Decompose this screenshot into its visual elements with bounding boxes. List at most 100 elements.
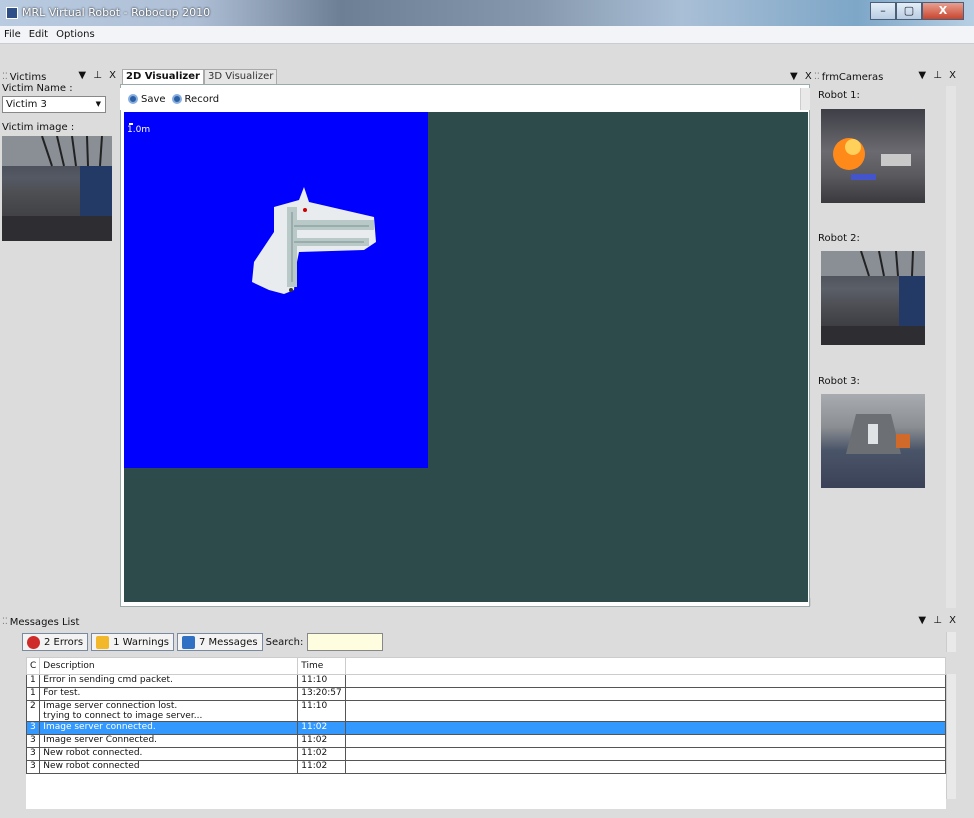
window-title: MRL Virtual Robot - Robocup 2010 <box>22 6 211 19</box>
menu-file[interactable]: File <box>4 29 21 40</box>
messages-toolbar-scrollbar[interactable] <box>946 632 956 652</box>
save-icon <box>128 94 138 104</box>
row-description: New robot connected. <box>39 747 299 761</box>
victims-panel-controls[interactable]: ▼ ⊥ X <box>78 70 118 81</box>
messages-scrollbar[interactable] <box>946 674 956 799</box>
row-description: New robot connected <box>39 760 299 774</box>
app-window: MRL Virtual Robot - Robocup 2010 – ▢ X F… <box>0 0 974 818</box>
row-code: 3 <box>26 747 41 761</box>
info-icon <box>182 635 196 649</box>
column-header-c[interactable]: C <box>26 657 41 675</box>
row-description: Error in sending cmd packet. <box>39 674 299 688</box>
grip-icon[interactable]: ⁚⁚ <box>814 72 820 82</box>
row-description: Image server connection lost. trying to c… <box>39 700 299 722</box>
cameras-scrollbar[interactable] <box>946 86 956 608</box>
table-row-selected[interactable]: 3 Image server connected. 11:02 <box>26 721 946 735</box>
victim-select[interactable]: Victim 3 ▼ <box>2 96 106 113</box>
scale-label: 1.0m <box>127 125 151 135</box>
column-header-description[interactable]: Description <box>39 657 299 675</box>
map-area[interactable] <box>124 112 428 468</box>
cameras-panel-controls[interactable]: ▼ ⊥ X <box>918 70 958 81</box>
title-bar[interactable]: MRL Virtual Robot - Robocup 2010 – ▢ X <box>0 0 974 26</box>
record-label: Record <box>184 93 220 105</box>
row-code: 1 <box>26 687 41 701</box>
warnings-filter-button[interactable]: 1 Warnings <box>91 633 175 651</box>
row-time: 11:02 <box>297 747 346 761</box>
table-row[interactable]: 3 New robot connected 11:02 <box>26 760 946 774</box>
messages-filter-button[interactable]: 7 Messages <box>177 633 263 651</box>
messages-panel-header: ⁚⁚ Messages List ▼ ⊥ X <box>2 615 960 629</box>
messages-panel-title: Messages List <box>9 616 80 628</box>
row-code: 3 <box>26 760 41 774</box>
row-code: 2 <box>26 700 41 722</box>
errors-filter-button[interactable]: 2 Errors <box>22 633 89 651</box>
warning-icon <box>96 635 110 649</box>
tab-2d-visualizer[interactable]: 2D Visualizer <box>122 69 204 84</box>
messages-toolbar: 2 Errors 1 Warnings 7 Messages Search: <box>22 631 384 653</box>
robot-map-drawing <box>252 187 376 294</box>
visualizer-toolbar: Save Record <box>120 88 810 110</box>
robot-3-camera <box>821 394 925 488</box>
error-icon <box>27 635 40 649</box>
messages-table: C Description Time 1 Error in sending cm… <box>26 657 946 809</box>
row-time: 11:10 <box>297 674 346 688</box>
row-description: Image server Connected. <box>39 734 299 748</box>
menu-options[interactable]: Options <box>56 29 95 40</box>
victim-image-label: Victim image : <box>2 122 75 133</box>
grip-icon[interactable]: ⁚⁚ <box>2 72 8 82</box>
cameras-panel-title: frmCameras <box>821 71 884 83</box>
record-icon <box>171 94 182 104</box>
visualizer-tabs: 2D Visualizer 3D Visualizer <box>122 69 278 84</box>
robot-2-camera <box>821 250 925 345</box>
victim-select-value: Victim 3 <box>6 99 47 110</box>
save-button[interactable]: Save <box>128 94 166 105</box>
row-code: 3 <box>26 721 41 735</box>
victim-name-label: Victim Name : <box>2 83 73 94</box>
center-panel-controls[interactable]: ▼ X <box>790 71 814 82</box>
table-row[interactable]: 3 New robot connected. 11:02 <box>26 747 946 761</box>
row-code: 1 <box>26 674 41 688</box>
robot-1-camera <box>821 109 925 203</box>
messages-count: 7 Messages <box>199 636 258 648</box>
row-time: 11:02 <box>297 734 346 748</box>
chevron-down-icon[interactable]: ▼ <box>96 97 101 112</box>
save-label: Save <box>141 93 166 105</box>
row-time: 13:20:57 <box>297 687 346 701</box>
warnings-count: 1 Warnings <box>113 636 170 648</box>
table-row[interactable]: 1 Error in sending cmd packet. 11:10 <box>26 674 946 688</box>
row-code: 3 <box>26 734 41 748</box>
close-button[interactable]: X <box>922 2 964 20</box>
menu-edit[interactable]: Edit <box>29 29 48 40</box>
table-row[interactable]: 2 Image server connection lost. trying to… <box>26 700 946 722</box>
errors-count: 2 Errors <box>44 636 84 648</box>
messages-panel-controls[interactable]: ▼ ⊥ X <box>918 615 958 626</box>
menu-bar: File Edit Options <box>0 26 974 44</box>
search-input[interactable] <box>307 633 384 651</box>
robot-2-label: Robot 2: <box>818 233 860 244</box>
row-time: 11:02 <box>297 721 346 735</box>
row-time: 11:02 <box>297 760 346 774</box>
robot-3-label: Robot 3: <box>818 376 860 387</box>
toolbar-scrollbar[interactable] <box>800 88 810 110</box>
maximize-button[interactable]: ▢ <box>896 2 922 20</box>
row-time: 11:10 <box>297 700 346 722</box>
row-description: Image server connected. <box>39 721 299 735</box>
row-description-line1: Image server connection lost. <box>43 701 178 711</box>
minimize-button[interactable]: – <box>870 2 896 20</box>
column-header-spacer <box>344 657 946 675</box>
row-description-line2: trying to connect to image server... <box>43 711 203 721</box>
search-label: Search: <box>265 636 304 648</box>
victims-panel-title: Victims <box>9 71 47 83</box>
cameras-panel-header: ⁚⁚ frmCameras ▼ ⊥ X <box>814 70 960 84</box>
app-icon <box>6 7 18 19</box>
table-row[interactable]: 3 Image server Connected. 11:02 <box>26 734 946 748</box>
robot-1-label: Robot 1: <box>818 90 860 101</box>
column-header-time[interactable]: Time <box>297 657 346 675</box>
tab-3d-visualizer[interactable]: 3D Visualizer <box>203 69 278 84</box>
table-row[interactable]: 1 For test. 13:20:57 <box>26 687 946 701</box>
record-button[interactable]: Record <box>171 93 220 105</box>
victim-image <box>2 135 112 241</box>
grip-icon[interactable]: ⁚⁚ <box>2 617 8 627</box>
row-description: For test. <box>39 687 299 701</box>
victims-panel-header: ⁚⁚ Victims ▼ ⊥ X <box>2 70 120 84</box>
